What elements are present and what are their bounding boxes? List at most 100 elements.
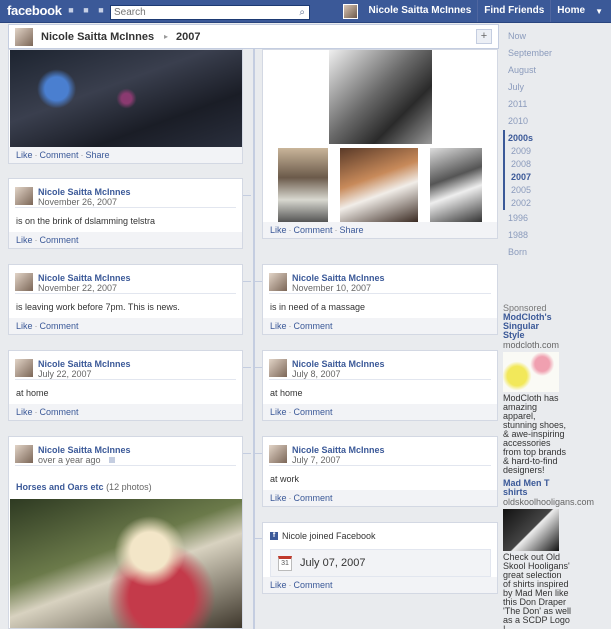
party-photo[interactable] bbox=[10, 50, 242, 147]
post-author[interactable]: Nicole Saitta McInnes bbox=[38, 359, 131, 369]
wedding-photo-2[interactable] bbox=[340, 148, 418, 222]
year-2005[interactable]: 2005 bbox=[511, 185, 531, 195]
comment-link[interactable]: Comment bbox=[294, 493, 333, 503]
avatar[interactable] bbox=[269, 359, 287, 377]
home-link[interactable]: Home bbox=[550, 0, 591, 22]
post-date[interactable]: July 8, 2007 bbox=[292, 369, 341, 379]
comment-link[interactable]: Comment bbox=[40, 321, 79, 331]
comment-link[interactable]: Comment bbox=[294, 321, 333, 331]
album-title[interactable]: Horses and Oars etc bbox=[16, 482, 104, 492]
status-post: Nicole Saitta McInnes November 22, 2007 … bbox=[8, 264, 243, 335]
year-2000s[interactable]: 2000s bbox=[508, 133, 533, 143]
facebook-logo[interactable]: facebook bbox=[7, 3, 62, 18]
status-post: Nicole Saitta McInnes November 26, 2007 … bbox=[8, 178, 243, 249]
avatar[interactable] bbox=[15, 445, 33, 463]
header-name[interactable]: Nicole Saitta McInnes bbox=[41, 31, 154, 43]
year-september[interactable]: September bbox=[508, 48, 552, 58]
like-link[interactable]: Like bbox=[270, 321, 287, 331]
privacy-icon[interactable] bbox=[109, 457, 115, 463]
post-author[interactable]: Nicole Saitta McInnes bbox=[38, 187, 131, 197]
ad-modcloth[interactable]: ModCloth's Singular Style modcloth.com M… bbox=[503, 313, 611, 475]
post-author[interactable]: Nicole Saitta McInnes bbox=[292, 359, 385, 369]
share-link[interactable]: Share bbox=[86, 150, 110, 160]
post-author[interactable]: Nicole Saitta McInnes bbox=[292, 445, 385, 455]
post-date[interactable]: over a year ago bbox=[38, 455, 101, 465]
joined-facebook-post: f Nicole joined Facebook 31 July 07, 200… bbox=[262, 522, 498, 594]
like-link[interactable]: Like bbox=[16, 235, 33, 245]
friend-requests-icon[interactable]: ■ bbox=[66, 6, 76, 15]
header-year[interactable]: 2007 bbox=[176, 31, 200, 43]
post-date[interactable]: November 22, 2007 bbox=[38, 283, 117, 293]
avatar[interactable] bbox=[15, 187, 33, 205]
year-now[interactable]: Now bbox=[508, 31, 526, 41]
year-2010[interactable]: 2010 bbox=[508, 116, 528, 126]
ad-madmen[interactable]: Mad Men T shirts oldskoolhooligans.com C… bbox=[503, 479, 611, 629]
year-2002[interactable]: 2002 bbox=[511, 198, 531, 208]
like-link[interactable]: Like bbox=[270, 580, 287, 590]
status-post: Nicole Saitta McInnes November 10, 2007 … bbox=[262, 264, 498, 335]
post-date[interactable]: July 7, 2007 bbox=[292, 455, 341, 465]
messages-icon[interactable]: ■ bbox=[81, 6, 91, 15]
post-date[interactable]: November 10, 2007 bbox=[292, 283, 371, 293]
year-july[interactable]: July bbox=[508, 82, 524, 92]
photo-post-top: Like · Comment · Share bbox=[8, 49, 243, 164]
post-author[interactable]: Nicole Saitta McInnes bbox=[38, 445, 131, 455]
search-box[interactable]: ⌕ bbox=[110, 5, 310, 20]
ad-image[interactable] bbox=[503, 352, 559, 392]
avatar[interactable] bbox=[15, 273, 33, 291]
comment-link[interactable]: Comment bbox=[40, 150, 79, 160]
share-link[interactable]: Share bbox=[340, 225, 364, 235]
post-date[interactable]: November 26, 2007 bbox=[38, 197, 117, 207]
year-1996[interactable]: 1996 bbox=[508, 213, 528, 223]
joined-text: Nicole joined Facebook bbox=[282, 531, 376, 541]
comment-link[interactable]: Comment bbox=[294, 407, 333, 417]
avatar[interactable] bbox=[15, 359, 33, 377]
post-author[interactable]: Nicole Saitta McInnes bbox=[292, 273, 385, 283]
like-link[interactable]: Like bbox=[270, 225, 287, 235]
year-1988[interactable]: 1988 bbox=[508, 230, 528, 240]
like-link[interactable]: Like bbox=[16, 407, 33, 417]
wedding-photo-1[interactable] bbox=[278, 148, 328, 222]
ad-title[interactable]: ModCloth's Singular Style bbox=[503, 313, 563, 340]
search-input[interactable] bbox=[111, 6, 289, 19]
top-right-nav: Nicole Saitta McInnes Find Friends Home … bbox=[343, 0, 611, 22]
comment-link[interactable]: Comment bbox=[294, 580, 333, 590]
wedding-photo-main[interactable] bbox=[329, 50, 432, 144]
post-author[interactable]: Nicole Saitta McInnes bbox=[38, 273, 131, 283]
timeline-spine bbox=[253, 49, 255, 629]
like-link[interactable]: Like bbox=[270, 407, 287, 417]
like-link[interactable]: Like bbox=[16, 150, 33, 160]
year-2007[interactable]: 2007 bbox=[511, 172, 531, 182]
calendar-icon: 31 bbox=[278, 556, 292, 571]
year-born[interactable]: Born bbox=[508, 247, 527, 257]
horse-photo[interactable] bbox=[10, 499, 242, 628]
add-button[interactable]: + bbox=[476, 29, 492, 44]
avatar[interactable] bbox=[269, 445, 287, 463]
comment-link[interactable]: Comment bbox=[294, 225, 333, 235]
account-menu-icon[interactable]: ▼ bbox=[591, 7, 611, 16]
wedding-photo-3[interactable] bbox=[430, 148, 482, 222]
profile-link[interactable]: Nicole Saitta McInnes bbox=[362, 0, 477, 22]
year-2011[interactable]: 2011 bbox=[508, 99, 527, 109]
year-2009[interactable]: 2009 bbox=[511, 146, 531, 156]
post-date[interactable]: July 22, 2007 bbox=[38, 369, 92, 379]
like-link[interactable]: Like bbox=[16, 321, 33, 331]
like-link[interactable]: Like bbox=[270, 493, 287, 503]
notifications-icon[interactable]: ■ bbox=[96, 6, 106, 15]
comment-link[interactable]: Comment bbox=[40, 235, 79, 245]
status-post: Nicole Saitta McInnes July 22, 2007 at h… bbox=[8, 350, 243, 421]
search-icon[interactable]: ⌕ bbox=[299, 7, 305, 18]
ad-image[interactable] bbox=[503, 509, 559, 551]
year-august[interactable]: August bbox=[508, 65, 536, 75]
avatar[interactable] bbox=[269, 273, 287, 291]
post-text: at home bbox=[16, 388, 49, 398]
comment-link[interactable]: Comment bbox=[40, 407, 79, 417]
sponsored-section: Sponsored ModCloth's Singular Style modc… bbox=[503, 303, 611, 629]
avatar[interactable] bbox=[15, 28, 33, 46]
find-friends-link[interactable]: Find Friends bbox=[477, 0, 550, 22]
ad-title[interactable]: Mad Men T shirts bbox=[503, 479, 563, 497]
user-avatar[interactable] bbox=[343, 3, 359, 19]
post-text: at home bbox=[270, 388, 303, 398]
year-2008[interactable]: 2008 bbox=[511, 159, 531, 169]
ad-body: ModCloth has amazing apparel, stunning s… bbox=[503, 393, 567, 475]
